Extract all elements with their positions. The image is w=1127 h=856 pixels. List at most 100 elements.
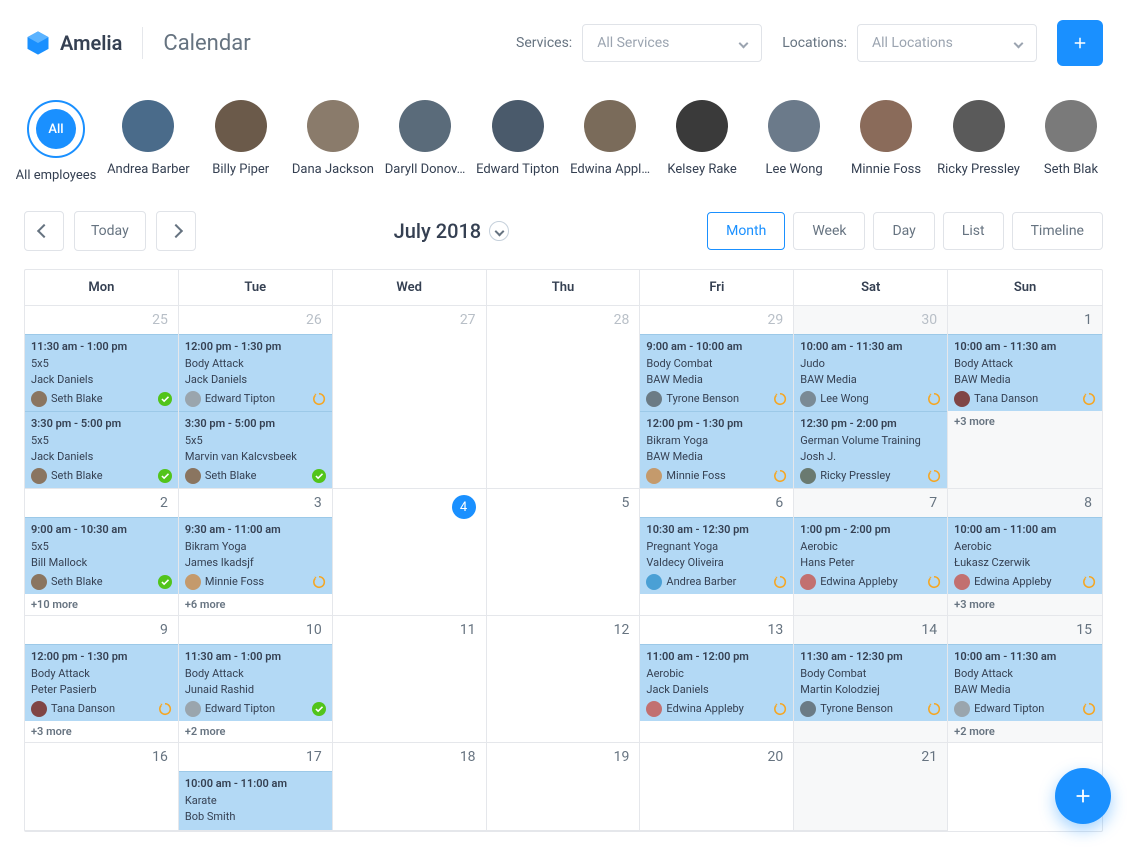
calendar-event[interactable]: 11:00 am - 12:00 pmAerobicJack DanielsEd… [640, 644, 793, 721]
calendar-cell[interactable]: 2612:00 pm - 1:30 pmBody AttackJack Dani… [179, 306, 333, 489]
view-tab-week[interactable]: Week [793, 212, 865, 250]
more-link[interactable]: +3 more [948, 594, 1102, 615]
avatar [800, 701, 816, 717]
avatar [185, 574, 201, 590]
pending-icon [312, 575, 326, 589]
calendar-event[interactable]: 12:30 pm - 2:00 pmGerman Volume Training… [794, 411, 947, 488]
calendar-cell[interactable]: 39:30 am - 11:00 amBikram YogaJames Ikad… [179, 489, 333, 616]
employee-filter-daryll-donov-[interactable]: Daryll Donov… [393, 100, 457, 183]
logo: Amelia [24, 29, 122, 57]
more-link[interactable]: +3 more [948, 411, 1102, 432]
calendar-event[interactable]: 3:30 pm - 5:00 pm5x5Jack DanielsSeth Bla… [25, 411, 178, 488]
calendar-event[interactable]: 3:30 pm - 5:00 pm5x5Marvin van Kalcvsbee… [179, 411, 332, 488]
pending-icon [773, 702, 787, 716]
view-tab-timeline[interactable]: Timeline [1012, 212, 1103, 250]
calendar-cell[interactable]: 28 [487, 306, 641, 489]
plus-icon [1071, 34, 1089, 52]
calendar-cell[interactable]: 810:00 am - 11:00 amAerobicŁukasz Czerwi… [948, 489, 1102, 616]
calendar-event[interactable]: 9:00 am - 10:00 amBody CombatBAW MediaTy… [640, 334, 793, 411]
avatar [399, 100, 451, 152]
calendar-cell[interactable]: 18 [333, 743, 487, 831]
calendar-event[interactable]: 10:00 am - 11:00 amAerobicŁukasz Czerwik… [948, 517, 1102, 594]
calendar-event[interactable]: 10:30 am - 12:30 pmPregnant YogaValdecy … [640, 517, 793, 594]
calendar-cell[interactable]: 1311:00 am - 12:00 pmAerobicJack Daniels… [640, 616, 794, 743]
more-link[interactable]: +3 more [25, 721, 178, 742]
view-tab-day[interactable]: Day [873, 212, 934, 250]
weekday-wed: Wed [333, 270, 487, 306]
more-link[interactable]: +2 more [179, 721, 332, 742]
employee-filter-kelsey-rake[interactable]: Kelsey Rake [670, 100, 734, 183]
calendar-cell[interactable]: 2511:30 am - 1:00 pm5x5Jack DanielsSeth … [25, 306, 179, 489]
pending-icon [927, 392, 941, 406]
employee-filter-all-employees[interactable]: AllAll employees [24, 100, 88, 183]
calendar-cell[interactable]: 4 [333, 489, 487, 616]
calendar-toolbar: Today July 2018 MonthWeekDayListTimeline [0, 193, 1127, 269]
next-button[interactable] [156, 211, 196, 251]
calendar-event[interactable]: 12:00 pm - 1:30 pmBikram YogaBAW MediaMi… [640, 411, 793, 488]
header: Amelia Calendar Services: All Services L… [0, 0, 1127, 86]
employee-filter-minnie-foss[interactable]: Minnie Foss [854, 100, 918, 183]
services-select[interactable]: All Services [582, 24, 762, 62]
calendar-cell[interactable]: 27 [333, 306, 487, 489]
calendar-event[interactable]: 9:00 am - 10:30 am5x5Bill MallockSeth Bl… [25, 517, 178, 594]
weekday-thu: Thu [487, 270, 641, 306]
calendar-cell[interactable]: 19 [487, 743, 641, 831]
employee-filter-edwina-appl-[interactable]: Edwina Appl… [578, 100, 642, 183]
approved-icon [158, 469, 172, 483]
today-button[interactable]: Today [74, 211, 146, 251]
calendar-cell[interactable]: 3010:00 am - 11:30 amJudoBAW MediaLee Wo… [794, 306, 948, 489]
calendar-cell[interactable]: 29:00 am - 10:30 am5x5Bill MallockSeth B… [25, 489, 179, 616]
avatar [185, 391, 201, 407]
calendar-cell[interactable]: 110:00 am - 11:30 amBody AttackBAW Media… [948, 306, 1102, 489]
employee-filter-dana-jackson[interactable]: Dana Jackson [301, 100, 365, 183]
calendar-event[interactable]: 11:30 am - 1:00 pm5x5Jack DanielsSeth Bl… [25, 334, 178, 411]
calendar-event[interactable]: 10:00 am - 11:00 amKarateBob Smith [179, 771, 332, 830]
locations-select[interactable]: All Locations [857, 24, 1037, 62]
calendar-cell[interactable]: 1710:00 am - 11:00 amKarateBob Smith [179, 743, 333, 831]
more-link[interactable]: +10 more [25, 594, 178, 615]
more-link[interactable]: +6 more [179, 594, 332, 615]
employee-filter-edward-tipton[interactable]: Edward Tipton [485, 100, 550, 183]
calendar-cell[interactable]: 21 [794, 743, 948, 831]
calendar-cell[interactable]: 912:00 pm - 1:30 pmBody AttackPeter Pasi… [25, 616, 179, 743]
calendar-event[interactable]: 12:00 pm - 1:30 pmBody AttackJack Daniel… [179, 334, 332, 411]
calendar-event[interactable]: 11:30 am - 12:30 pmBody CombatMartin Kol… [794, 644, 947, 721]
more-link[interactable]: +2 more [948, 721, 1102, 742]
employee-filter-row: AllAll employees Andrea Barber Billy Piper… [0, 86, 1127, 193]
view-tab-month[interactable]: Month [707, 212, 785, 250]
calendar-event[interactable]: 1:00 pm - 2:00 pmAerobicHans PeterEdwina… [794, 517, 947, 594]
employee-filter-billy-piper[interactable]: Billy Piper [209, 100, 273, 183]
day-number: 6 [640, 489, 793, 517]
employee-filter-seth-blak[interactable]: Seth Blak [1039, 100, 1103, 183]
calendar-cell[interactable]: 16 [25, 743, 179, 831]
calendar-event[interactable]: 9:30 am - 11:00 amBikram YogaJames Ikads… [179, 517, 332, 594]
calendar-event[interactable]: 10:00 am - 11:30 amJudoBAW MediaLee Wong [794, 334, 947, 411]
calendar-cell[interactable]: 20 [640, 743, 794, 831]
calendar-event[interactable]: 12:00 pm - 1:30 pmBody AttackPeter Pasie… [25, 644, 178, 721]
avatar [31, 391, 47, 407]
month-dropdown[interactable] [489, 221, 509, 241]
calendar-cell[interactable]: 5 [487, 489, 641, 616]
brand-name: Amelia [60, 31, 122, 55]
calendar-cell[interactable]: 299:00 am - 10:00 amBody CombatBAW Media… [640, 306, 794, 489]
calendar-cell[interactable]: 12 [487, 616, 641, 743]
prev-button[interactable] [24, 211, 64, 251]
employee-filter-ricky-pressley[interactable]: Ricky Pressley [946, 100, 1011, 183]
employee-filter-lee-wong[interactable]: Lee Wong [762, 100, 826, 183]
calendar-event[interactable]: 11:30 am - 1:00 pmBody AttackJunaid Rash… [179, 644, 332, 721]
view-tab-list[interactable]: List [943, 212, 1004, 250]
employee-filter-andrea-barber[interactable]: Andrea Barber [116, 100, 181, 183]
pending-icon [927, 469, 941, 483]
calendar-body: 2511:30 am - 1:00 pm5x5Jack DanielsSeth … [25, 306, 1102, 831]
calendar-cell[interactable]: 1411:30 am - 12:30 pmBody CombatMartin K… [794, 616, 948, 743]
calendar-cell[interactable]: 610:30 am - 12:30 pmPregnant YogaValdecy… [640, 489, 794, 616]
calendar-cell[interactable]: 71:00 pm - 2:00 pmAerobicHans PeterEdwin… [794, 489, 948, 616]
add-button[interactable] [1057, 20, 1103, 66]
avatar [646, 391, 662, 407]
calendar-cell[interactable]: 1011:30 am - 1:00 pmBody AttackJunaid Ra… [179, 616, 333, 743]
calendar-event[interactable]: 10:00 am - 11:30 amBody AttackBAW MediaE… [948, 644, 1102, 721]
calendar-event[interactable]: 10:00 am - 11:30 amBody AttackBAW MediaT… [948, 334, 1102, 411]
fab-add-button[interactable] [1055, 768, 1111, 824]
calendar-cell[interactable]: 1510:00 am - 11:30 amBody AttackBAW Medi… [948, 616, 1102, 743]
calendar-cell[interactable]: 11 [333, 616, 487, 743]
